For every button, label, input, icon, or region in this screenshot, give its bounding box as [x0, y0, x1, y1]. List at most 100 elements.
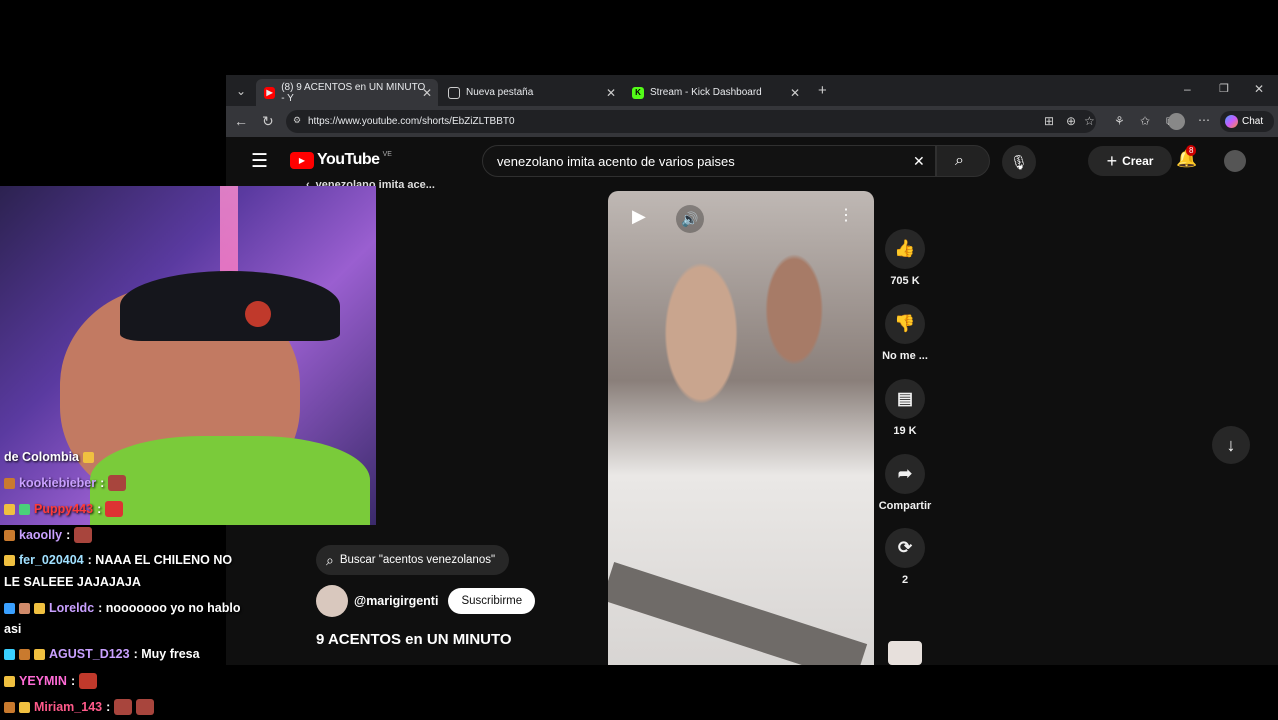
close-window-icon[interactable]: ✕ [1254, 83, 1264, 95]
tab-new[interactable]: Nueva pestaña ✕ [440, 79, 622, 106]
notifications-button[interactable]: 🔔 8 [1176, 145, 1197, 169]
like-button[interactable]: 👍 705 K [876, 229, 934, 287]
youtube-logo[interactable]: ▶ YouTube VE [290, 151, 392, 169]
chat-message: Loreldc : nooooooo yo no hablo [4, 601, 240, 615]
url-field[interactable]: ⚙ https://www.youtube.com/shorts/EbZiZLT… [286, 110, 1096, 133]
video-title: 9 ACENTOS en UN MINUTO [316, 631, 512, 648]
chat-text: : Muy fresa [133, 647, 200, 661]
profile-avatar[interactable] [1168, 113, 1185, 130]
chat-text: : [106, 700, 111, 714]
dislike-button[interactable]: 👎 No me ... [876, 304, 934, 362]
remix-icon: ⟳ [885, 528, 925, 568]
channel-avatar[interactable] [316, 585, 348, 617]
remix-button[interactable]: ⟳ 2 [876, 528, 934, 586]
comments-button[interactable]: ▤ 19 K [876, 379, 934, 437]
chat-user: Miriam_143 [34, 700, 103, 714]
microphone-icon: 🎙 [1010, 153, 1028, 170]
chat-message: de Colombia [4, 450, 95, 464]
tab-kick[interactable]: K Stream - Kick Dashboard ✕ [624, 79, 806, 106]
chat-user: kaoolly [19, 528, 63, 542]
sound-thumbnail[interactable] [888, 641, 922, 665]
chat-message: AGUST_D123 : Muy fresa [4, 647, 200, 661]
close-tab-icon[interactable]: ✕ [606, 86, 616, 100]
copilot-chat-button[interactable]: Chat [1220, 111, 1274, 132]
chat-message-continued: asi [4, 622, 21, 636]
chat-message-continued: LE SALEEE JAJAJAJA [4, 575, 141, 589]
cap-logo [245, 301, 271, 327]
search-input[interactable]: venezolano imita acento de varios paises… [482, 145, 936, 177]
create-button[interactable]: + Crear [1088, 146, 1172, 176]
extensions-icon[interactable]: ⚘ [1114, 115, 1125, 127]
chat-text: de Colombia [4, 450, 80, 464]
user-badge-icon [4, 503, 15, 515]
user-badge-icon [19, 503, 30, 515]
back-arrow-icon[interactable]: ← [234, 114, 248, 128]
volume-icon[interactable]: 🔊 [676, 205, 704, 233]
chat-message: kaoolly : [4, 527, 93, 543]
seatbelt [608, 561, 868, 665]
url-text: https://www.youtube.com/shorts/EbZiZLTBB… [308, 116, 515, 127]
comment-icon: ▤ [885, 379, 925, 419]
short-video-player[interactable]: ▶ 🔊 ⋮ [608, 191, 874, 665]
account-avatar[interactable] [1224, 150, 1246, 172]
clear-search-icon[interactable]: ✕ [913, 154, 925, 168]
site-info-icon[interactable]: ⚙ [293, 116, 301, 125]
create-label: Crear [1122, 154, 1154, 168]
chat-user: AGUST_D123 [49, 647, 130, 661]
related-search-label: Buscar "acentos venezolanos" [339, 554, 496, 566]
chat-user: kookiebieber [19, 476, 97, 490]
youtube-play-icon: ▶ [290, 151, 314, 169]
emote-icon [114, 699, 133, 715]
arrow-down-icon: ↓ [1226, 434, 1236, 455]
address-bar: ← ↻ ⚙ https://www.youtube.com/shorts/EbZ… [226, 106, 1278, 137]
favorites-icon[interactable]: ✩ [1140, 115, 1150, 127]
user-badge-icon [4, 648, 15, 660]
reload-icon[interactable]: ↻ [262, 114, 274, 128]
new-tab-icon[interactable]: + [818, 83, 827, 98]
share-button[interactable]: ➦ Compartir [876, 454, 934, 512]
tab-label: (8) 9 ACENTOS en UN MINUTO - Y [281, 81, 426, 104]
play-icon[interactable]: ▶ [632, 206, 646, 227]
subscribe-button[interactable]: Suscribirme [448, 588, 536, 614]
search-value: venezolano imita acento de varios paises [497, 153, 735, 169]
chat-message: Puppy443 : [4, 501, 124, 517]
user-badge-icon [4, 529, 15, 541]
more-vertical-icon[interactable]: ⋮ [838, 205, 854, 225]
chat-user: YEYMIN [19, 674, 67, 688]
zoom-icon[interactable]: ⊕ [1066, 115, 1076, 127]
tab-list-chevron-icon[interactable]: ⌄ [236, 85, 246, 97]
dislike-label: No me ... [882, 350, 928, 362]
voice-search-button[interactable]: 🎙 [1002, 145, 1036, 179]
chat-user: Puppy443 [34, 502, 94, 516]
favorite-star-icon[interactable]: ☆ [1084, 115, 1095, 127]
search-button[interactable]: ⌕ [936, 145, 990, 177]
user-badge-icon [4, 477, 15, 489]
app-icon[interactable]: ⊞ [1044, 115, 1054, 127]
channel-name[interactable]: @marigirgenti [354, 594, 438, 608]
user-badge-icon [34, 602, 45, 614]
close-tab-icon[interactable]: ✕ [422, 86, 432, 100]
minimize-icon[interactable]: – [1184, 83, 1191, 95]
emote-icon [74, 527, 93, 543]
chat-text: : [97, 502, 102, 516]
related-search-chip[interactable]: ⌕ Buscar "acentos venezolanos" [316, 545, 510, 575]
next-video-button[interactable]: ↓ [1212, 426, 1250, 464]
tab-label: Nueva pestaña [466, 87, 534, 98]
user-badge-icon [4, 701, 15, 713]
chat-text: LE SALEEE JAJAJAJA [4, 575, 141, 589]
user-badge-icon [19, 648, 30, 660]
tab-bar: ⌄ ▶ (8) 9 ACENTOS en UN MINUTO - Y ✕ Nue… [226, 75, 1278, 106]
close-tab-icon[interactable]: ✕ [790, 86, 800, 100]
user-badge-icon [4, 602, 15, 614]
user-badge-icon [34, 648, 45, 660]
browser-window: ⌄ ▶ (8) 9 ACENTOS en UN MINUTO - Y ✕ Nue… [226, 75, 1278, 665]
tab-youtube[interactable]: ▶ (8) 9 ACENTOS en UN MINUTO - Y ✕ [256, 79, 438, 106]
chat-user: fer_020404 [19, 553, 84, 567]
plus-icon: + [1106, 150, 1118, 171]
more-options-icon[interactable]: ⋯ [1198, 114, 1210, 126]
user-badge-icon [19, 701, 30, 713]
menu-icon[interactable]: ☰ [251, 152, 268, 171]
restore-icon[interactable]: ❐ [1219, 84, 1229, 95]
chat-message: fer_020404 : NAAA EL CHILENO NO [4, 553, 232, 567]
logo-text: YouTube [317, 151, 380, 168]
